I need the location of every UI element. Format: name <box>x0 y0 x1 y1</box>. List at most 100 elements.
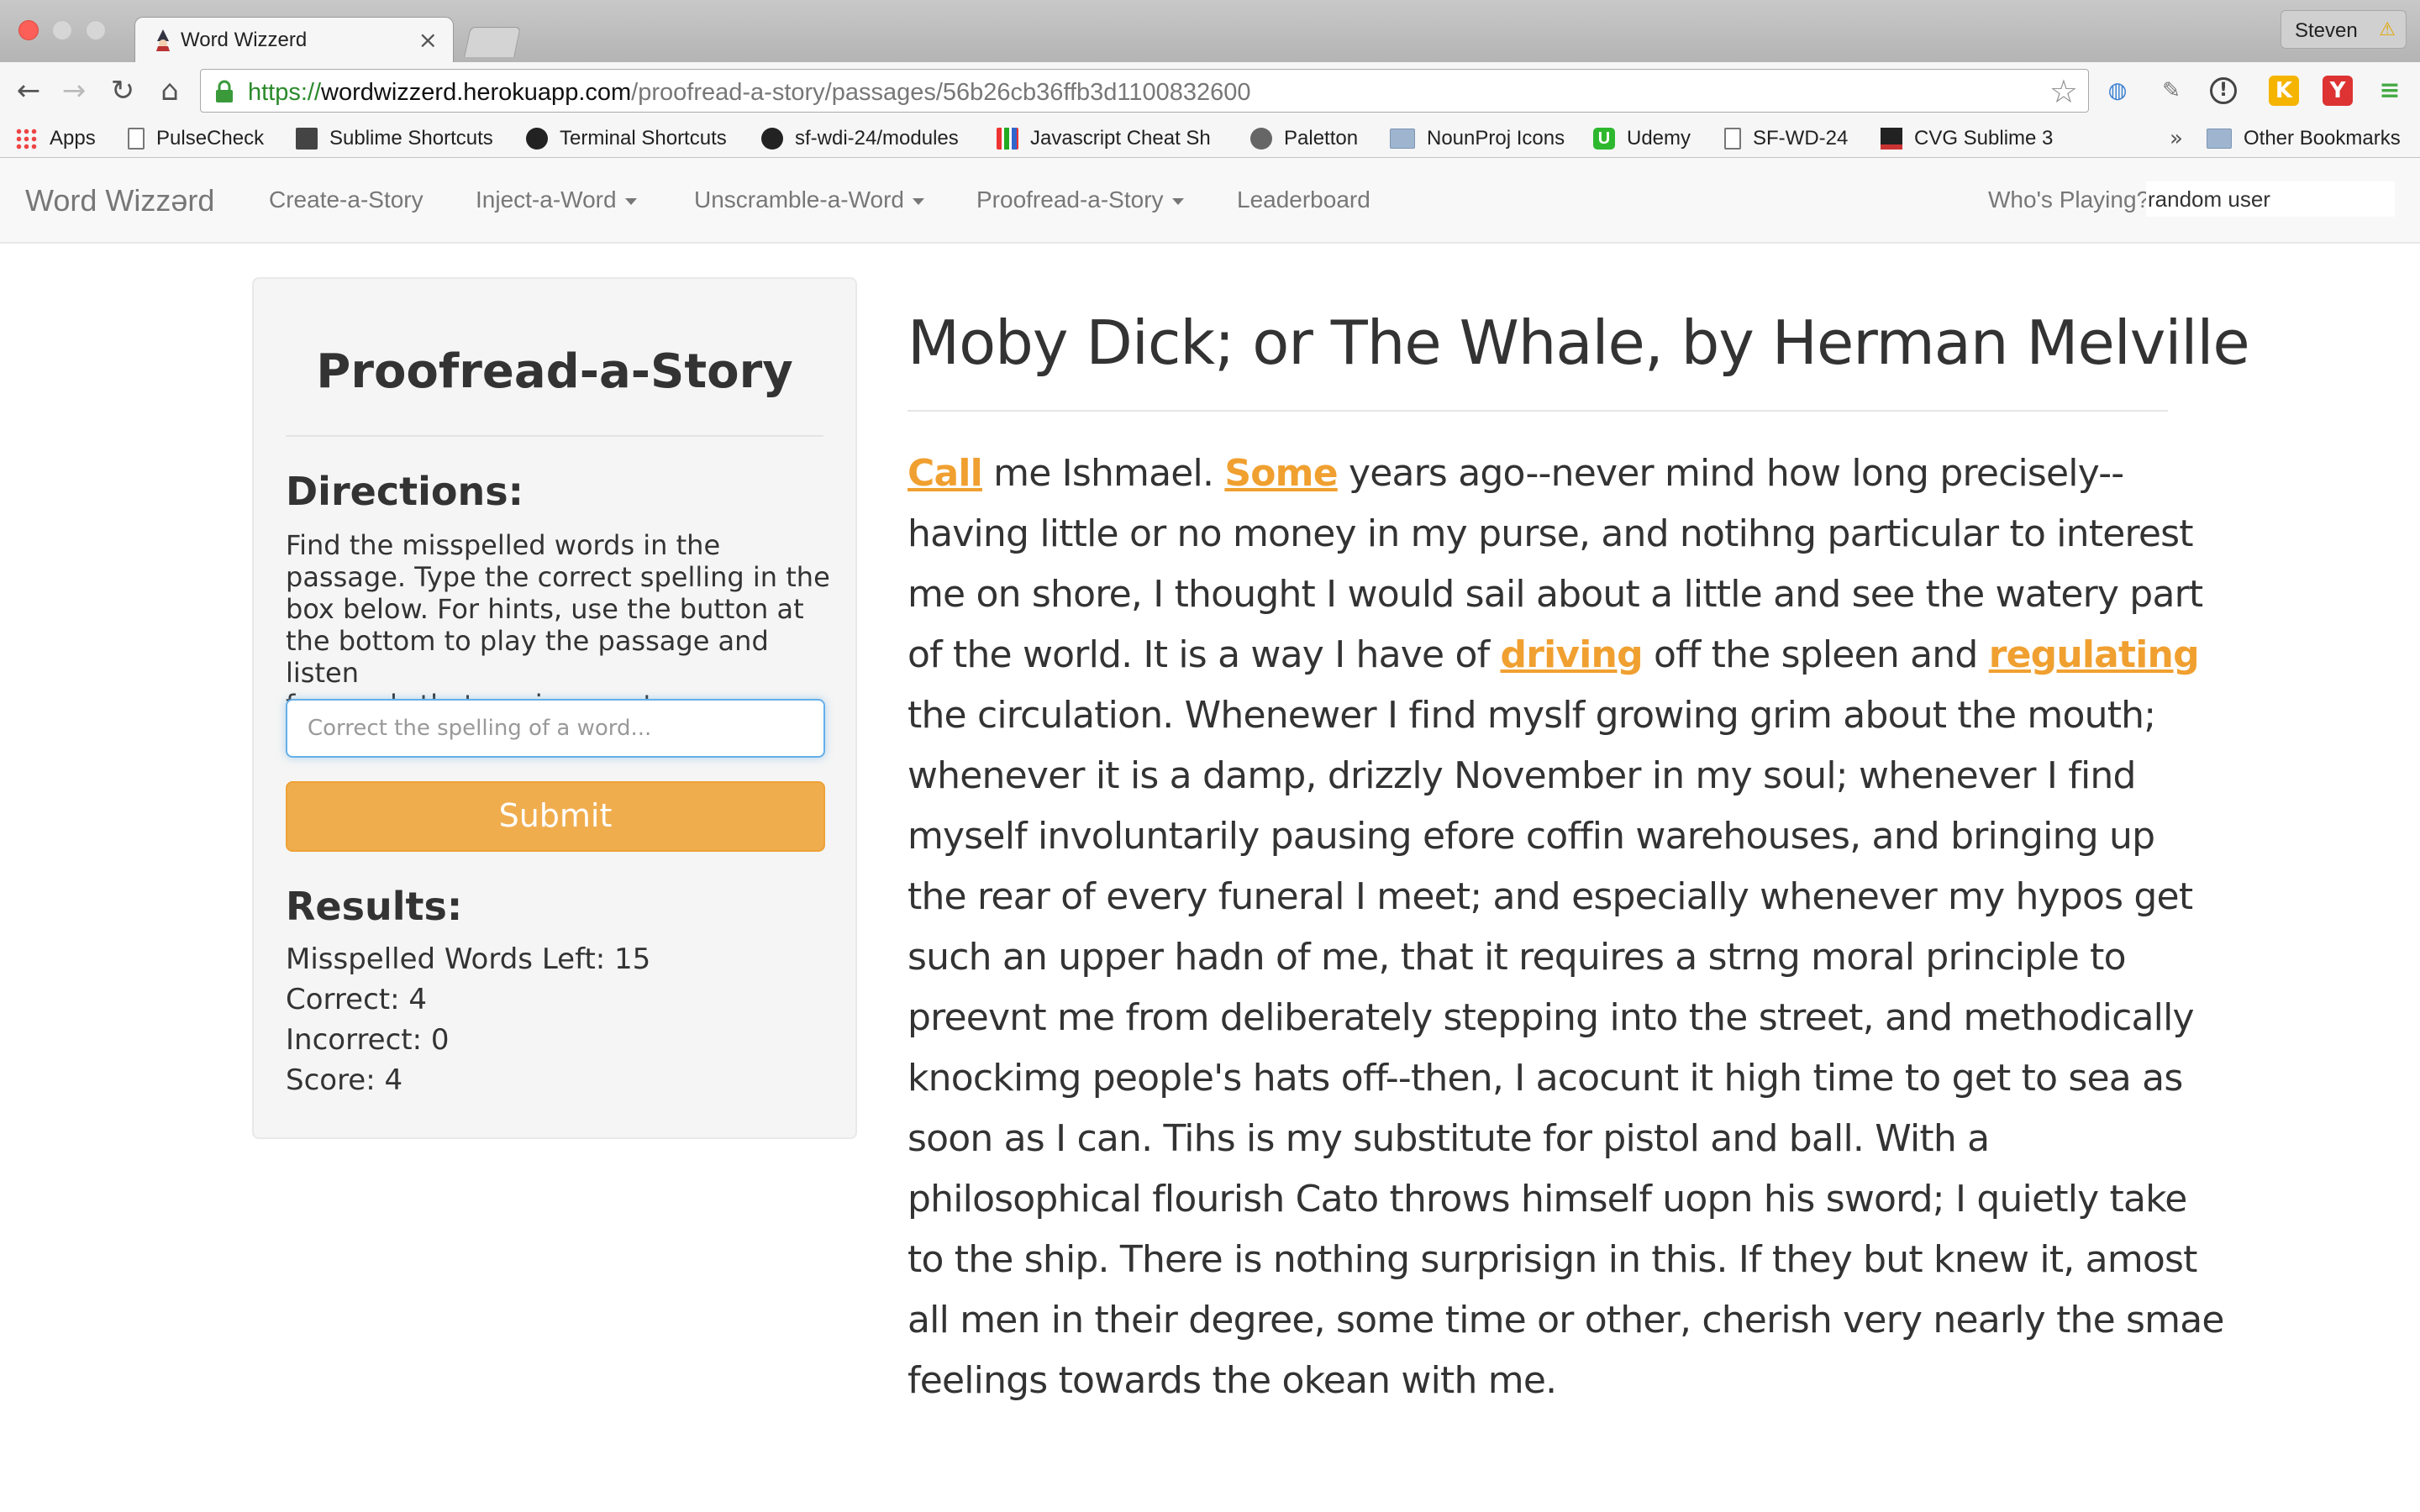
bookmark-paletton[interactable]: Paletton <box>1250 119 1358 158</box>
panel-title: Proofread-a-Story <box>316 344 793 399</box>
corrected-word[interactable]: Some <box>1224 452 1338 495</box>
nav-create-a-story[interactable]: Create-a-Story <box>269 186 424 213</box>
paletton-icon <box>1250 128 1272 150</box>
tab-close-icon[interactable]: × <box>418 26 438 54</box>
submit-button[interactable]: Submit <box>286 781 825 852</box>
github-icon <box>526 128 548 150</box>
results-heading: Results: <box>286 884 463 929</box>
correct-count-text: Correct: 4 <box>286 983 427 1016</box>
bookmark-apps[interactable]: Apps <box>15 119 96 158</box>
back-icon[interactable]: ← <box>12 74 45 108</box>
list-icon <box>296 128 318 150</box>
cvg-icon <box>1881 128 1902 150</box>
chevron-down-icon <box>913 197 924 205</box>
chevron-down-icon <box>624 197 637 205</box>
address-bar[interactable]: https://wordwizzerd.herokuapp.com/proofr… <box>200 69 2089 113</box>
menu-icon[interactable]: ≡ <box>2375 76 2405 106</box>
forward-icon[interactable]: → <box>57 74 91 108</box>
nav-unscramble-a-word[interactable]: Unscramble-a-Word <box>694 186 924 213</box>
onepassword-extension-icon[interactable]: ! <box>2210 77 2237 104</box>
nav-proofread-a-story[interactable]: Proofread-a-Story <box>976 186 1184 213</box>
folder-icon <box>2207 129 2232 149</box>
new-tab-button[interactable] <box>464 27 521 57</box>
passage-line: to the ship. There is nothing surprisign… <box>908 1238 2197 1281</box>
passage-line: Call me Ishmael. Some years ago--never m… <box>908 452 2124 495</box>
divider <box>286 435 823 437</box>
tab-title: Word Wizzerd <box>181 29 308 51</box>
eyedropper-extension-icon[interactable]: ✎ <box>2156 76 2186 106</box>
nav-leaderboard[interactable]: Leaderboard <box>1237 186 1370 213</box>
warning-icon: ⚠ <box>2379 19 2396 40</box>
passage-line: whenever it is a damp, drizzly November … <box>908 754 2136 797</box>
browser-toolbar: ← → ↻ ⌂ https://wordwizzerd.herokuapp.co… <box>0 62 2420 119</box>
url-text: https://wordwizzerd.herokuapp.com/proofr… <box>248 79 1251 106</box>
bookmark-javascript-cheat-sheet[interactable]: Javascript Cheat Sh <box>997 119 1211 158</box>
bookmark-star-icon[interactable]: ☆ <box>2049 73 2078 110</box>
bookmark-sf-wd-24[interactable]: SF-WD-24 <box>1724 119 1848 158</box>
player-name-input[interactable] <box>2146 181 2395 217</box>
lock-icon <box>216 80 233 102</box>
directions-text: Find the misspelled words in the passage… <box>286 529 830 721</box>
bookmarks-bar: Apps PulseCheck Sublime Shortcuts Termin… <box>0 119 2420 158</box>
more-bookmarks-icon[interactable]: » <box>2170 126 2183 151</box>
profile-button[interactable]: Steven ⚠ <box>2281 10 2407 49</box>
directions-heading: Directions: <box>286 469 523 514</box>
score-text: Score: 4 <box>286 1063 403 1097</box>
corrected-word[interactable]: Call <box>908 452 983 495</box>
passage-line: preevnt me from deliberately stepping in… <box>908 996 2195 1039</box>
window-minimize-button[interactable] <box>52 20 72 40</box>
passage-line: me on shore, I thought I would sail abou… <box>908 573 2203 616</box>
corrected-word[interactable]: driving <box>1501 633 1644 676</box>
udemy-icon: U <box>1593 128 1615 150</box>
passage-line: philosophical flourish Cato throws himse… <box>908 1178 2187 1221</box>
app-navbar: Word Wizzərd Create-a-Story Inject-a-Wor… <box>0 158 2420 244</box>
incorrect-count-text: Incorrect: 0 <box>286 1023 450 1057</box>
home-icon[interactable]: ⌂ <box>153 74 187 108</box>
page-icon <box>128 128 145 150</box>
proofread-panel: Proofread-a-Story Directions: Find the m… <box>252 277 857 1139</box>
passage-line: of the world. It is a way I have of driv… <box>908 633 2200 676</box>
passage-line: feelings towards the okean with me. <box>908 1359 1557 1402</box>
folder-icon <box>1390 129 1415 149</box>
wizard-favicon-icon <box>156 29 170 51</box>
profile-name: Steven <box>2295 19 2358 42</box>
story-title: Moby Dick; or The Whale, by Herman Melvi… <box>908 307 2250 378</box>
window-close-button[interactable] <box>18 20 39 40</box>
globe-extension-icon[interactable]: ◍ <box>2102 76 2133 106</box>
window-zoom-button[interactable] <box>86 20 106 40</box>
passage-line: the rear of every funeral I meet; and es… <box>908 875 2193 918</box>
passage-line: the circulation. Whenewer I find myslf g… <box>908 694 2156 737</box>
corrected-word[interactable]: regulating <box>1989 633 2200 676</box>
bookmark-terminal-shortcuts[interactable]: Terminal Shortcuts <box>526 119 727 158</box>
browser-tab-strip: Word Wizzerd × Steven ⚠ <box>0 0 2420 62</box>
story-passage: Call me Ishmael. Some years ago--never m… <box>908 444 2224 1411</box>
misspelled-left-text: Misspelled Words Left: 15 <box>286 942 651 976</box>
passage-line: such an upper hadn of me, that it requir… <box>908 936 2127 979</box>
apps-grid-icon <box>15 127 38 150</box>
bookmark-sf-wdi-24-modules[interactable]: sf-wdi-24/modules <box>761 119 959 158</box>
nav-inject-a-word[interactable]: Inject-a-Word <box>476 186 637 213</box>
bookmark-cvg-sublime-3[interactable]: CVG Sublime 3 <box>1881 119 2053 158</box>
color-grid-icon <box>997 128 1018 150</box>
browser-tab[interactable]: Word Wizzerd × <box>134 17 454 62</box>
passage-line: having little or no money in my purse, a… <box>908 512 2193 555</box>
y-extension-icon[interactable]: Y <box>2323 76 2353 106</box>
github-icon <box>761 128 783 150</box>
passage-line: myself involuntarily pausing efore coffi… <box>908 815 2155 858</box>
passage-line: knockimg people's hats off--then, I acoc… <box>908 1057 2183 1100</box>
bookmark-other-bookmarks[interactable]: Other Bookmarks <box>2207 119 2401 158</box>
bookmark-sublime-shortcuts[interactable]: Sublime Shortcuts <box>296 119 493 158</box>
divider <box>908 410 2168 412</box>
bookmark-nounproj-icons[interactable]: NounProj Icons <box>1390 119 1565 158</box>
brand-logo[interactable]: Word Wizzərd <box>25 183 214 218</box>
chevron-down-icon <box>1171 197 1184 205</box>
passage-line: soon as I can. Tihs is my substitute for… <box>908 1117 1990 1160</box>
passage-line: all men in their degree, some time or ot… <box>908 1299 2224 1341</box>
who-is-playing-label: Who's Playing? <box>1988 186 2150 213</box>
page-icon <box>1724 128 1741 150</box>
reload-icon[interactable]: ↻ <box>106 74 139 108</box>
spelling-input[interactable] <box>286 699 825 758</box>
k-extension-icon[interactable]: K <box>2269 76 2299 106</box>
bookmark-pulsecheck[interactable]: PulseCheck <box>128 119 264 158</box>
bookmark-udemy[interactable]: U Udemy <box>1593 119 1691 158</box>
